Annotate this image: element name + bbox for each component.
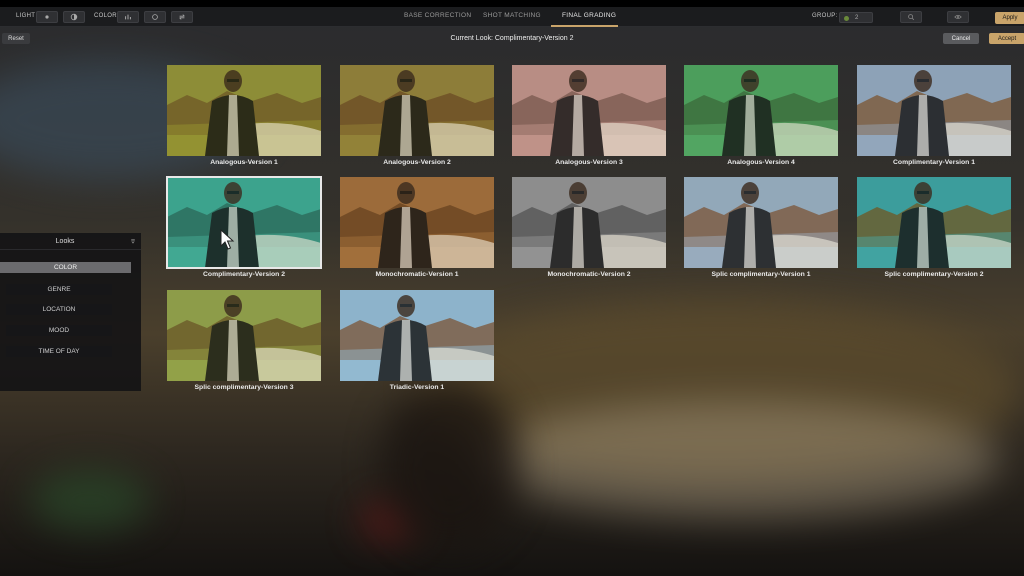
cancel-button[interactable]: Cancel [943,33,979,44]
looks-title: Looks [55,238,75,245]
look-preview-image [684,65,838,156]
look-thumbnail[interactable] [684,65,838,156]
look-name-label: Complimentary-Version 1 [893,159,975,166]
look-preview-image [340,177,494,268]
category-time-of-day[interactable]: TIME OF DAY [6,346,112,357]
group-selector[interactable]: 2 [839,12,873,23]
eye-icon [954,15,962,19]
levels-icon [125,14,131,20]
toolbar: LIGHT COLOR BASE CORRECTION SHOT MATCHIN… [0,7,1024,27]
look-preview-image [512,177,666,268]
look-preview-image [684,177,838,268]
group-color-dot [844,16,849,21]
look-name-label: Splic complimentary-Version 1 [711,271,811,278]
look-preview-image [167,65,321,156]
look-thumbnail[interactable] [167,65,321,156]
group-label: GROUP: [812,13,838,19]
look-name-label: Analogous-Version 3 [555,159,623,166]
look-thumbnail[interactable] [340,290,494,381]
look-preview-image [340,65,494,156]
look-thumbnail[interactable] [167,290,321,381]
looks-header: Looks [0,233,141,250]
category-color[interactable]: COLOR [0,262,131,273]
looks-panel: Looks COLOR GENRE LOCATION MOOD TIME OF … [0,233,141,391]
look-name-label: Analogous-Version 1 [210,159,278,166]
look-name-label: Splic complimentary-Version 2 [884,271,984,278]
look-name-label: Complimentary-Version 2 [203,271,285,278]
light-contrast-button[interactable] [63,11,85,23]
color-swap-button[interactable] [171,11,193,23]
current-look-title: Current Look: Complimentary-Version 2 [450,35,574,42]
look-name-label: Triadic-Version 1 [389,384,445,391]
window-top-strip [0,0,1024,7]
look-preview-image [340,290,494,381]
group-value: 2 [855,15,859,21]
active-tab-underline [551,25,618,27]
look-thumbnail[interactable] [340,65,494,156]
look-preview-image [857,65,1011,156]
tab-shot-matching[interactable]: SHOT MATCHING [483,12,541,19]
accept-button[interactable]: Accept [989,33,1024,44]
look-thumbnail[interactable] [684,177,838,268]
look-thumbnail[interactable] [857,65,1011,156]
color-wheel-icon [152,14,158,20]
look-name-label: Analogous-Version 2 [383,159,451,166]
category-location[interactable]: LOCATION [6,304,112,315]
look-preview-image [512,65,666,156]
contrast-icon [70,13,78,21]
mouse-cursor-icon [220,229,235,250]
look-thumbnail[interactable] [857,177,1011,268]
color-label: COLOR [94,13,117,19]
look-thumbnail[interactable] [340,177,494,268]
look-thumbnail[interactable] [512,65,666,156]
menu-icon[interactable] [130,238,136,244]
swap-icon [179,14,185,20]
category-mood[interactable]: MOOD [6,325,112,336]
light-exposure-button[interactable] [36,11,58,23]
look-name-label: Splic complimentary-Version 3 [194,384,294,391]
look-name-label: Analogous-Version 4 [727,159,795,166]
search-icon [908,14,915,21]
look-preview-image [167,290,321,381]
sun-icon [45,15,49,19]
look-thumbnail[interactable] [166,176,322,269]
light-label: LIGHT [16,13,36,19]
search-button[interactable] [900,11,922,23]
look-preview-image [167,177,321,268]
preview-button[interactable] [947,11,969,23]
look-name-label: Monochromatic-Version 2 [547,271,631,278]
look-thumbnail[interactable] [512,177,666,268]
category-genre[interactable]: GENRE [6,284,112,295]
tab-base-correction[interactable]: BASE CORRECTION [404,12,471,19]
color-levels-button[interactable] [117,11,139,23]
color-wheel-button[interactable] [144,11,166,23]
look-name-label: Monochromatic-Version 1 [375,271,459,278]
look-preview-image [857,177,1011,268]
apply-button[interactable]: Apply [995,12,1024,24]
tab-final-grading[interactable]: FINAL GRADING [562,12,616,19]
